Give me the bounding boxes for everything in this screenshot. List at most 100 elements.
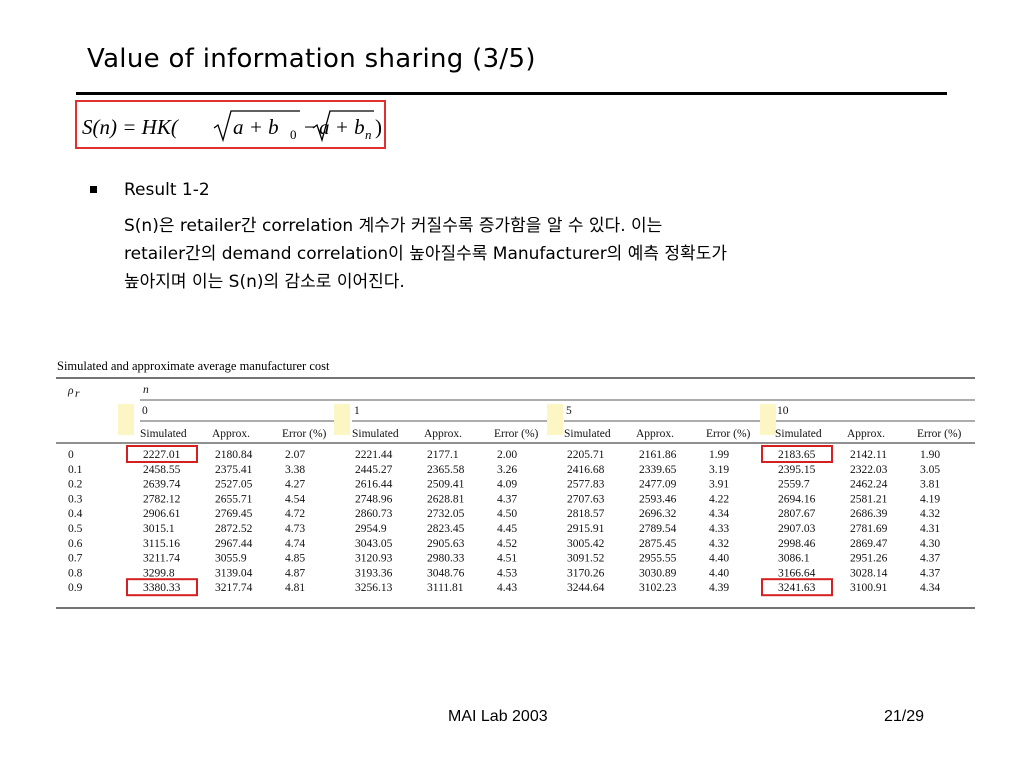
table-cell: 2696.32 — [639, 508, 677, 520]
table-cell: 2789.54 — [639, 523, 677, 535]
table-cell: 2.00 — [497, 449, 517, 461]
table-cell: 2951.26 — [850, 553, 888, 565]
table-cell: 2527.05 — [215, 479, 253, 491]
table-cell: 2339.65 — [639, 464, 677, 476]
table-cell: 4.30 — [920, 538, 940, 550]
table-cell: 3380.33 — [143, 582, 181, 594]
table-cell: 2416.68 — [567, 464, 605, 476]
table-cell: 3.19 — [709, 464, 729, 476]
rho-value: 0.7 — [68, 553, 83, 565]
table-cell: 2980.33 — [427, 553, 465, 565]
table-cell: 2998.46 — [778, 538, 816, 550]
table-cell: 2707.63 — [567, 493, 605, 505]
group-header: 1 — [354, 405, 360, 417]
table-cell: 3115.16 — [143, 538, 180, 550]
table-cell: 2221.44 — [355, 449, 393, 461]
column-marker — [118, 404, 134, 435]
rho-value: 0.9 — [68, 582, 83, 594]
table-cell: 2180.84 — [215, 449, 253, 461]
table-cell: 3299.8 — [143, 567, 175, 579]
table-cell: 3.91 — [709, 479, 729, 491]
column-header: Simulated — [564, 428, 611, 440]
table-cell: 2872.52 — [215, 523, 253, 535]
table-cell: 4.31 — [920, 523, 940, 535]
table-cell: 2818.57 — [567, 508, 605, 520]
column-header: Simulated — [352, 428, 399, 440]
table-cell: 2445.27 — [355, 464, 393, 476]
column-header: Approx. — [847, 428, 885, 440]
column-header: Error (%) — [282, 428, 327, 440]
table-cell: 3241.63 — [778, 582, 816, 594]
table-cell: 3193.36 — [355, 567, 393, 579]
table-cell: 3086.1 — [778, 553, 810, 565]
table-cell: 4.32 — [920, 508, 940, 520]
table-cell: 2655.71 — [215, 493, 253, 505]
table-cell: 2161.86 — [639, 449, 677, 461]
table-cell: 2694.16 — [778, 493, 816, 505]
table-cell: 2616.44 — [355, 479, 393, 491]
table-cell: 4.39 — [709, 582, 729, 594]
table-cell: 2577.83 — [567, 479, 605, 491]
table-cell: 3043.05 — [355, 538, 393, 550]
table-cell: 4.74 — [285, 538, 305, 550]
table-cell: 3211.74 — [143, 553, 180, 565]
column-header: Error (%) — [494, 428, 539, 440]
table-cell: 2205.71 — [567, 449, 605, 461]
rho-header: ρ — [67, 385, 74, 397]
table-cell: 2509.41 — [427, 479, 465, 491]
column-header: Approx. — [636, 428, 674, 440]
table-cell: 2915.91 — [567, 523, 605, 535]
table-cell: 3028.14 — [850, 567, 888, 579]
column-header: Simulated — [140, 428, 187, 440]
table-cell: 4.09 — [497, 479, 517, 491]
table-cell: 4.37 — [920, 553, 940, 565]
table-cell: 2954.9 — [355, 523, 387, 535]
footer-lab: MAI Lab 2003 — [448, 708, 548, 725]
table-cell: 2559.7 — [778, 479, 810, 491]
table-cell: 3166.64 — [778, 567, 816, 579]
table-cell: 2.07 — [285, 449, 305, 461]
rho-value: 0.6 — [68, 538, 83, 550]
rho-value: 0.4 — [68, 508, 83, 520]
table-cell: 2227.01 — [143, 449, 181, 461]
table-cell: 3217.74 — [215, 582, 253, 594]
table-cell: 2183.65 — [778, 449, 816, 461]
column-marker — [547, 404, 563, 435]
table-cell: 3.26 — [497, 464, 517, 476]
table-cell: 3100.91 — [850, 582, 888, 594]
table-cell: 3030.89 — [639, 567, 677, 579]
table-cell: 3055.9 — [215, 553, 247, 565]
table-cell: 4.37 — [920, 567, 940, 579]
column-header: Error (%) — [706, 428, 751, 440]
column-header: Error (%) — [917, 428, 962, 440]
table-cell: 2906.61 — [143, 508, 181, 520]
table-cell: 2458.55 — [143, 464, 181, 476]
table-cell: 3139.04 — [215, 567, 253, 579]
table-cell: 4.37 — [497, 493, 517, 505]
table-cell: 2593.46 — [639, 493, 677, 505]
table-cell: 2748.96 — [355, 493, 393, 505]
table-cell: 4.32 — [709, 538, 729, 550]
table-cell: 2769.45 — [215, 508, 253, 520]
results-table: ρ r n 0 Simulated Approx. Error (%) 1 Simulated A… — [56, 377, 975, 609]
table-cell: 3015.1 — [143, 523, 175, 535]
table-cell: 3.05 — [920, 464, 940, 476]
column-marker — [334, 404, 350, 435]
column-header: Approx. — [212, 428, 250, 440]
table-cell: 4.40 — [709, 553, 729, 565]
group-header: 0 — [142, 405, 148, 417]
table-cell: 4.53 — [497, 567, 517, 579]
column-header: Approx. — [424, 428, 462, 440]
table-cell: 3170.26 — [567, 567, 605, 579]
table-cell: 2477.09 — [639, 479, 677, 491]
table-cell: 3048.76 — [427, 567, 465, 579]
table-cell: 3111.81 — [427, 582, 464, 594]
table-cell: 4.45 — [497, 523, 517, 535]
table-cell: 2967.44 — [215, 538, 253, 550]
group-header: 10 — [777, 405, 789, 417]
page-number: 21/29 — [884, 708, 925, 725]
table-cell: 2875.45 — [639, 538, 677, 550]
n-header: n — [143, 384, 149, 396]
table-cell: 4.43 — [497, 582, 517, 594]
rho-header-sub: r — [75, 388, 80, 400]
